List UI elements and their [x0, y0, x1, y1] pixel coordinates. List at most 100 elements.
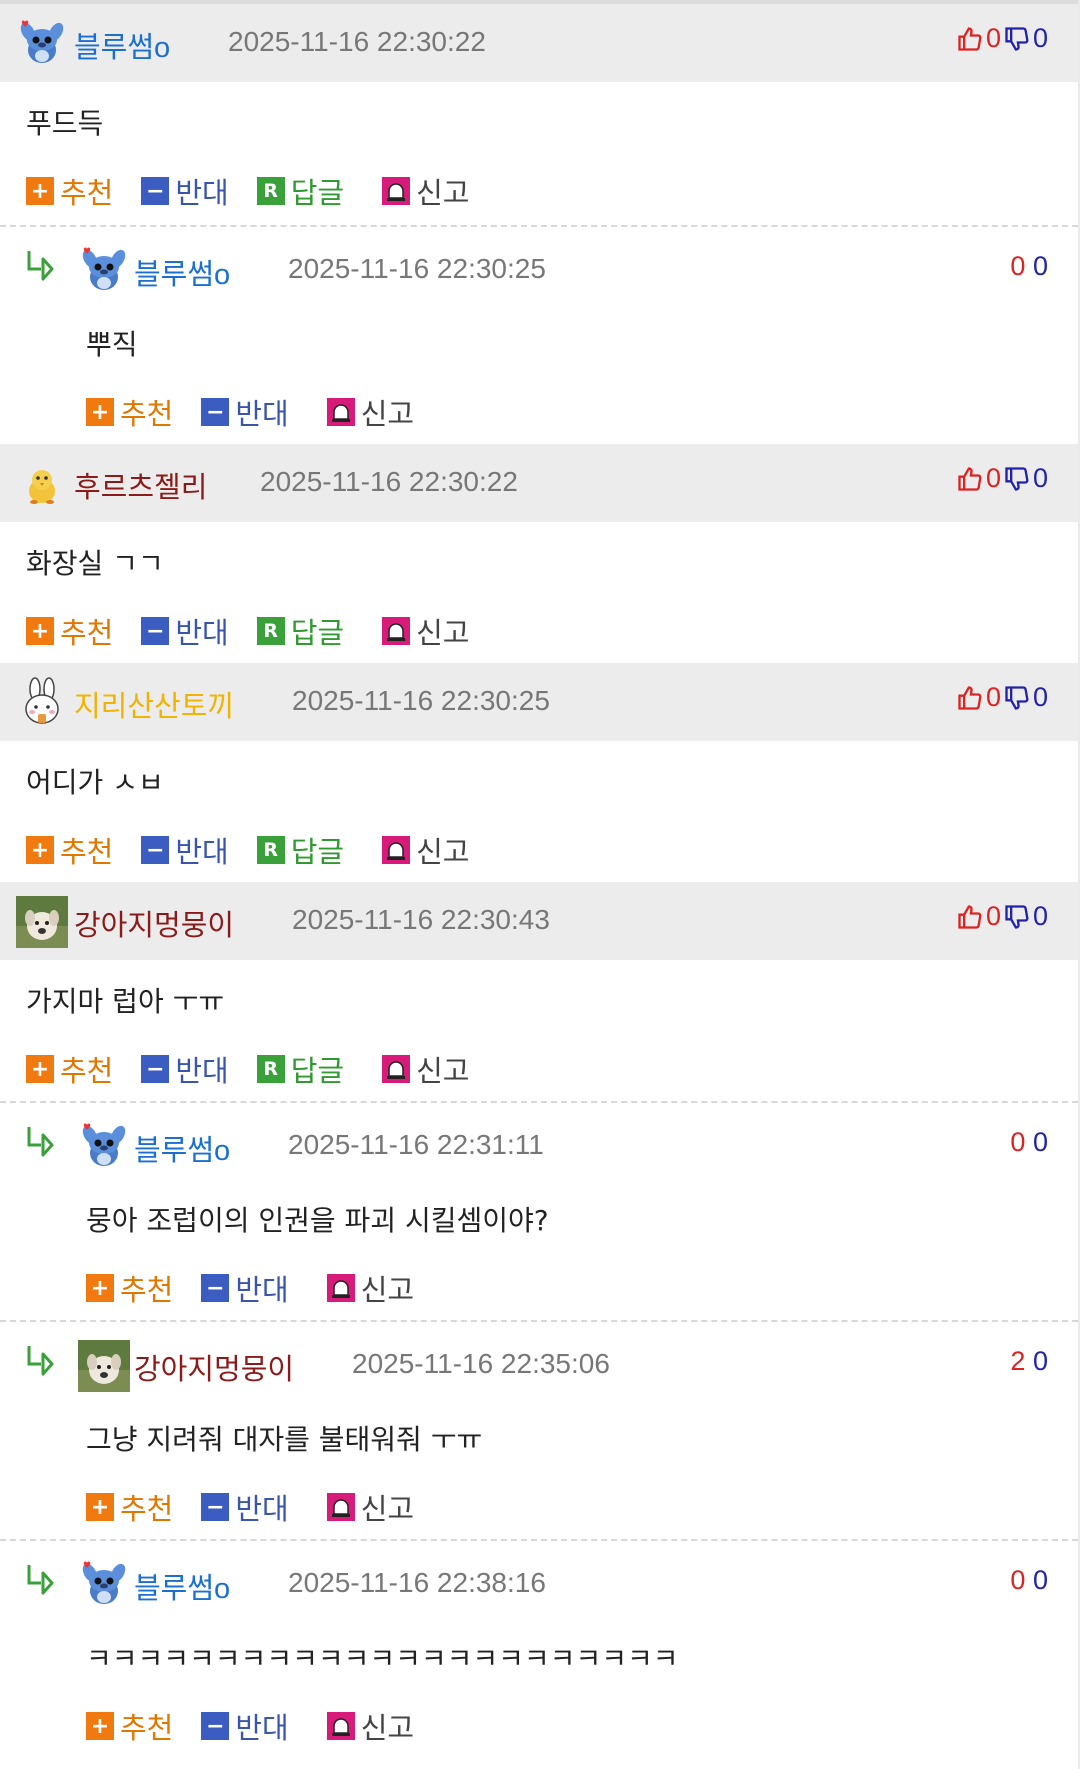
comment-actions: + 추천 − 반대 R 답글 신고: [26, 829, 498, 871]
nickname[interactable]: 강아지멍뭉이: [74, 902, 234, 944]
action-label: 반대: [235, 1711, 289, 1745]
thumbs-up-icon[interactable]: [956, 465, 984, 493]
recommend-button[interactable]: + 추천: [86, 1486, 173, 1528]
oppose-button[interactable]: − 반대: [201, 391, 289, 433]
thumbs-down-icon[interactable]: [1003, 465, 1031, 493]
reply-button[interactable]: R 답글: [256, 1048, 345, 1090]
comment-date: 2025-11-16 22:38:16: [288, 1567, 546, 1598]
recommend-button[interactable]: + 추천: [86, 1705, 173, 1747]
siren-icon: [382, 1055, 411, 1083]
comment-text: 푸드득: [26, 107, 104, 140]
plus-icon: +: [86, 1274, 114, 1302]
comment-text: 어디가 ㅅㅂ: [26, 766, 164, 799]
oppose-button[interactable]: − 반대: [141, 829, 229, 871]
action-label: 신고: [360, 1711, 415, 1745]
siren-icon: [382, 617, 411, 645]
oppose-button[interactable]: − 반대: [201, 1486, 289, 1528]
recommend-button[interactable]: + 추천: [26, 610, 113, 652]
reply-button[interactable]: R 답글: [256, 170, 344, 212]
recommend-button[interactable]: + 추천: [26, 829, 113, 871]
nickname[interactable]: 블루썸o: [74, 24, 170, 66]
svg-text:♥: ♥: [83, 1123, 91, 1133]
comment-actions: + 추천 − 반대 신고: [86, 391, 442, 433]
vote-counts: 2 0: [1010, 1346, 1048, 1377]
comment-item: ♥ 블루썸o 2025-11-16 22:30:22 0 0 푸드득 + 추천 − 반대 R 답글 신고: [0, 4, 1078, 223]
reply-arrow-icon: [24, 1123, 58, 1157]
thumbs-down-icon[interactable]: [1003, 25, 1031, 53]
minus-icon: −: [201, 398, 230, 426]
nickname[interactable]: 후르츠젤리: [74, 464, 207, 506]
recommend-button[interactable]: + 추천: [86, 391, 173, 433]
action-label: 추천: [60, 835, 114, 869]
plus-icon: +: [26, 177, 54, 205]
vote-counts: 00: [956, 682, 1048, 713]
action-label: 추천: [120, 1273, 174, 1307]
action-label: 추천: [120, 1492, 174, 1526]
comment-item: ♥ 블루썸o 2025-11-16 22:31:11 0 0 뭉아 조럽이의 인권을 파…: [0, 1101, 1078, 1320]
siren-icon: [326, 398, 355, 426]
stitch-avatar[interactable]: ♥: [16, 18, 68, 70]
thumbs-down-icon[interactable]: [1003, 903, 1031, 931]
nickname[interactable]: 블루썸o: [134, 1565, 230, 1607]
nickname[interactable]: 블루썸o: [134, 251, 230, 293]
report-button[interactable]: 신고: [326, 1486, 414, 1528]
nickname[interactable]: 블루썸o: [134, 1127, 230, 1169]
upvote-count: 0: [1010, 1565, 1026, 1595]
chick-avatar[interactable]: [16, 458, 68, 510]
report-button[interactable]: 신고: [382, 829, 470, 871]
vote-counts: 00: [956, 23, 1048, 54]
action-label: 추천: [60, 616, 114, 650]
rabbit-avatar[interactable]: [16, 677, 68, 729]
vote-counts: 0 0: [1010, 1565, 1048, 1596]
comment-item: 강아지멍뭉이 2025-11-16 22:35:06 2 0 그냥 지려줘 대자를 불…: [0, 1320, 1078, 1539]
action-label: 추천: [120, 397, 174, 431]
downvote-count: 0: [1032, 1346, 1048, 1376]
downvote-count: 0: [1032, 682, 1048, 712]
comment-actions: + 추천 − 반대 신고: [86, 1705, 442, 1747]
comment-date: 2025-11-16 22:31:11: [288, 1129, 544, 1160]
comment-actions: + 추천 − 반대 R 답글 신고: [26, 610, 498, 652]
report-button[interactable]: 신고: [326, 391, 414, 433]
nickname[interactable]: 지리산산토끼: [74, 683, 234, 725]
stitch-avatar[interactable]: ♥: [78, 1559, 130, 1611]
oppose-button[interactable]: − 반대: [141, 170, 229, 212]
siren-icon: [326, 1712, 355, 1740]
comment-separator: [0, 225, 1078, 227]
siren-icon: [326, 1274, 355, 1302]
report-button[interactable]: 신고: [382, 610, 470, 652]
report-button[interactable]: 신고: [326, 1705, 415, 1747]
comment-text: 가지마 럽아 ㅜㅠ: [26, 985, 225, 1018]
thumbs-up-icon[interactable]: [956, 684, 984, 712]
reply-button[interactable]: R 답글: [256, 829, 344, 871]
comment-text: 뿌직: [86, 328, 138, 361]
dog-photo-avatar[interactable]: [78, 1340, 130, 1392]
nickname[interactable]: 강아지멍뭉이: [134, 1346, 294, 1388]
dog-photo-avatar[interactable]: [16, 896, 68, 948]
thumbs-down-icon[interactable]: [1003, 684, 1031, 712]
action-label: 답글: [290, 616, 345, 650]
downvote-count: 0: [1032, 23, 1048, 53]
oppose-button[interactable]: − 반대: [201, 1705, 289, 1747]
action-label: 답글: [290, 1054, 345, 1088]
thumbs-up-icon[interactable]: [956, 25, 984, 53]
oppose-button[interactable]: − 반대: [141, 610, 229, 652]
report-button[interactable]: 신고: [382, 170, 470, 212]
minus-icon: −: [141, 617, 170, 645]
comment-actions: + 추천 − 반대 R 답글 신고: [26, 170, 498, 212]
recommend-button[interactable]: + 추천: [26, 170, 113, 212]
downvote-count: 0: [1032, 901, 1048, 931]
oppose-button[interactable]: − 반대: [201, 1267, 289, 1309]
oppose-button[interactable]: − 반대: [141, 1048, 229, 1090]
stitch-avatar[interactable]: ♥: [78, 245, 130, 297]
downvote-count: 0: [1032, 251, 1048, 281]
recommend-button[interactable]: + 추천: [86, 1267, 173, 1309]
downvote-count: 0: [1032, 1565, 1048, 1595]
action-label: 반대: [235, 397, 289, 431]
reply-button[interactable]: R 답글: [256, 610, 345, 652]
recommend-button[interactable]: + 추천: [26, 1048, 113, 1090]
downvote-count: 0: [1032, 463, 1048, 493]
stitch-avatar[interactable]: ♥: [78, 1121, 130, 1173]
report-button[interactable]: 신고: [382, 1048, 470, 1090]
thumbs-up-icon[interactable]: [956, 903, 984, 931]
report-button[interactable]: 신고: [326, 1267, 414, 1309]
